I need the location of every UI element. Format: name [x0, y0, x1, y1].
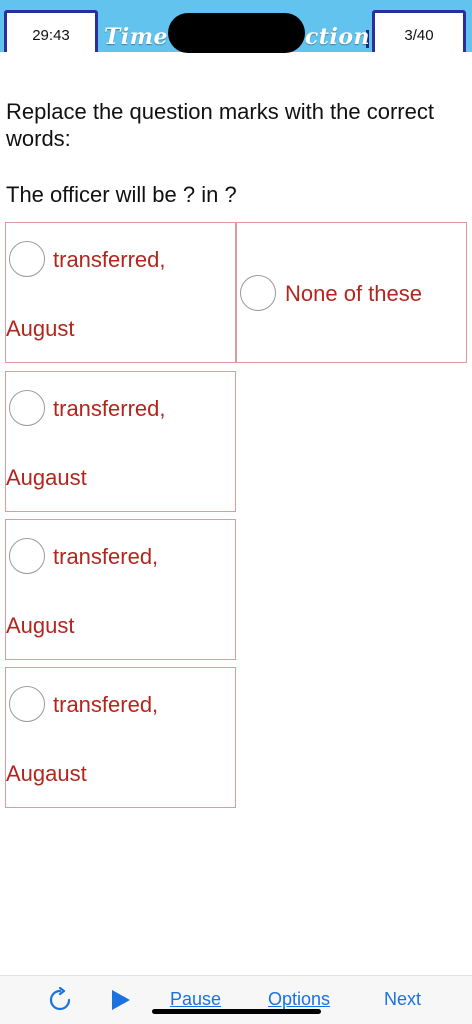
bottom-toolbar: Pause Options Next — [0, 975, 472, 1024]
answer-option-2[interactable]: None of these — [236, 222, 467, 363]
counter-text: 3/40 — [404, 26, 434, 44]
play-icon[interactable] — [108, 988, 132, 1012]
answer-option-5[interactable]: transfered, Augaust — [5, 667, 236, 808]
option-label-line2: Augaust — [6, 465, 87, 490]
option-label-line2: August — [6, 613, 75, 638]
option-label: None of these — [285, 281, 422, 306]
option-label-line1: transferred, — [53, 247, 166, 272]
refresh-icon[interactable] — [47, 986, 73, 1013]
radio-button[interactable] — [9, 390, 45, 426]
radio-button[interactable] — [240, 275, 276, 311]
answer-option-1[interactable]: transferred, August — [5, 222, 236, 363]
answer-option-4[interactable]: transfered, August — [5, 519, 236, 660]
option-label-line1: transfered, — [53, 692, 159, 717]
option-label-line1: transfered, — [53, 544, 159, 569]
refresh-icon-graphic — [49, 986, 71, 1011]
option-label-line2: August — [6, 316, 75, 341]
option-label-line2: Augaust — [6, 761, 87, 786]
pause-button[interactable]: Pause — [170, 989, 221, 1010]
answer-option-3[interactable]: transferred, Augaust — [5, 371, 236, 512]
question-prompt: Replace the question marks with the corr… — [6, 99, 434, 151]
options-button[interactable]: Options — [268, 989, 330, 1010]
option-label-line1: transferred, — [53, 396, 166, 421]
radio-button[interactable] — [9, 538, 45, 574]
question-sentence: The officer will be ? in ? — [6, 182, 237, 207]
radio-button[interactable] — [9, 241, 45, 277]
home-indicator — [152, 1009, 321, 1014]
title-left-fragment: Time — [104, 24, 169, 50]
next-button[interactable]: Next — [384, 989, 421, 1010]
device-notch — [168, 13, 305, 53]
timer-text: 29:43 — [32, 26, 70, 44]
question-counter: 3/40 — [372, 10, 466, 52]
timer-display: 29:43 — [4, 10, 98, 52]
radio-button[interactable] — [9, 686, 45, 722]
play-icon-graphic — [112, 990, 130, 1010]
